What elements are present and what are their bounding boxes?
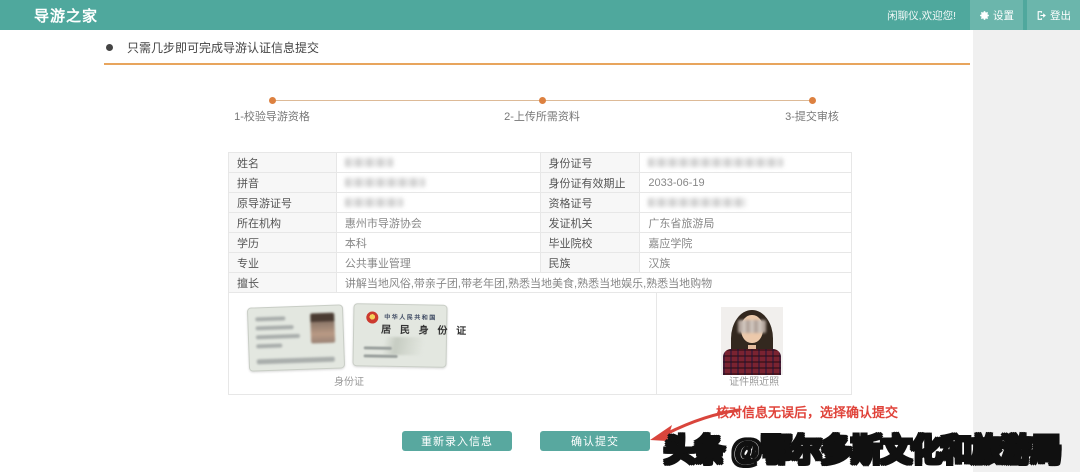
field-label: 发证机关 [541, 213, 641, 233]
id-card-back-image: 中华人民共和国 居 民 身 份 证 [352, 303, 447, 368]
field-label: 资格证号 [541, 193, 641, 213]
field-value: 公共事业管理 [337, 253, 541, 273]
page-subtitle-row: 只需几步即可完成导游认证信息提交 [106, 39, 319, 56]
field-label: 专业 [229, 253, 337, 273]
redacted-value [648, 198, 746, 207]
step-label-verify: 1-校验导游资格 [234, 108, 310, 124]
redacted-value [648, 158, 783, 167]
portrait-caption: 证件照近照 [657, 373, 851, 388]
table-row: 学历本科毕业院校嘉应学院 [229, 233, 852, 253]
info-table: 姓名身份证号拼音身份证有效期止2033-06-19原导游证号资格证号所在机构惠州… [228, 152, 852, 395]
page-right-margin [973, 30, 1080, 472]
table-row-photos: 中华人民共和国 居 民 身 份 证 身份证 证件照近照 [229, 293, 852, 395]
id-photo-thumbnail [310, 313, 335, 344]
accent-divider [104, 63, 970, 65]
field-label: 姓名 [229, 153, 337, 173]
portrait-cell: 证件照近照 [657, 293, 852, 395]
national-emblem-icon [366, 311, 378, 323]
field-value-specialty: 讲解当地风俗,带亲子团,带老年团,熟悉当地美食,熟悉当地娱乐,熟悉当地购物 [337, 273, 852, 293]
field-label: 民族 [541, 253, 641, 273]
reenter-info-button[interactable]: 重新录入信息 [402, 431, 512, 451]
field-label: 毕业院校 [541, 233, 641, 253]
field-label: 拼音 [229, 173, 337, 193]
welcome-text: 闲聊仪,欢迎您! [877, 0, 966, 30]
field-label: 所在机构 [229, 213, 337, 233]
redacted-value [345, 198, 403, 207]
field-label: 身份证号 [541, 153, 641, 173]
field-value: 广东省旅游局 [640, 213, 852, 233]
bullet-icon [106, 44, 113, 51]
portrait-photo [721, 307, 783, 375]
table-row: 姓名 身份证号 [229, 153, 852, 173]
table-row-specialty: 擅长 讲解当地风俗,带亲子团,带老年团,熟悉当地美食,熟悉当地娱乐,熟悉当地购物 [229, 273, 852, 293]
id-card-cell: 中华人民共和国 居 民 身 份 证 身份证 [229, 293, 657, 395]
field-label: 原导游证号 [229, 193, 337, 213]
field-value [640, 193, 852, 213]
app-title: 导游之家 [34, 5, 98, 26]
step-label-upload: 2-上传所需资料 [504, 108, 580, 124]
app-window: 导游之家 闲聊仪,欢迎您! 设置 登出 只需几步即可完成导游认证信息提交 [0, 0, 1080, 472]
id-card-caption: 身份证 [229, 373, 469, 388]
confirm-submit-button[interactable]: 确认提交 [540, 431, 650, 451]
logout-label: 登出 [1050, 8, 1071, 23]
logout-button[interactable]: 登出 [1027, 0, 1080, 30]
field-value: 惠州市导游协会 [337, 213, 541, 233]
field-value [337, 153, 541, 173]
redacted-value [345, 178, 425, 187]
id-card-title-text: 居 民 身 份 证 [381, 321, 469, 338]
settings-button[interactable]: 设置 [970, 0, 1023, 30]
portrait-shirt [723, 349, 781, 375]
watermark-text: 头条 @鄂尔多斯文化和旅游局 [664, 425, 1061, 470]
step-dot-1 [269, 97, 276, 104]
field-value [337, 173, 541, 193]
redacted-value [345, 158, 393, 167]
top-navbar: 导游之家 闲聊仪,欢迎您! 设置 登出 [0, 0, 1080, 30]
id-card-front-image [247, 304, 345, 371]
gear-icon [979, 10, 990, 21]
field-label-specialty: 擅长 [229, 273, 337, 293]
field-label: 学历 [229, 233, 337, 253]
logout-icon [1036, 10, 1047, 21]
step-dot-3 [809, 97, 816, 104]
settings-label: 设置 [993, 8, 1014, 23]
topbar-right-group: 闲聊仪,欢迎您! 设置 登出 [877, 0, 1080, 30]
step-dot-2 [539, 97, 546, 104]
table-row: 所在机构惠州市导游协会发证机关广东省旅游局 [229, 213, 852, 233]
table-row: 原导游证号 资格证号 [229, 193, 852, 213]
field-value: 2033-06-19 [640, 173, 852, 193]
info-table-rows: 姓名身份证号拼音身份证有效期止2033-06-19原导游证号资格证号所在机构惠州… [229, 153, 852, 273]
face-blur-mask [738, 320, 766, 333]
field-value [337, 193, 541, 213]
table-row: 专业公共事业管理民族汉族 [229, 253, 852, 273]
field-value: 汉族 [640, 253, 852, 273]
field-value: 本科 [337, 233, 541, 253]
field-label: 身份证有效期止 [541, 173, 641, 193]
step-label-submit: 3-提交审核 [785, 108, 839, 124]
table-row: 拼音 身份证有效期止2033-06-19 [229, 173, 852, 193]
field-value [640, 153, 852, 173]
page-subtitle: 只需几步即可完成导游认证信息提交 [127, 39, 319, 56]
field-value: 嘉应学院 [640, 233, 852, 253]
